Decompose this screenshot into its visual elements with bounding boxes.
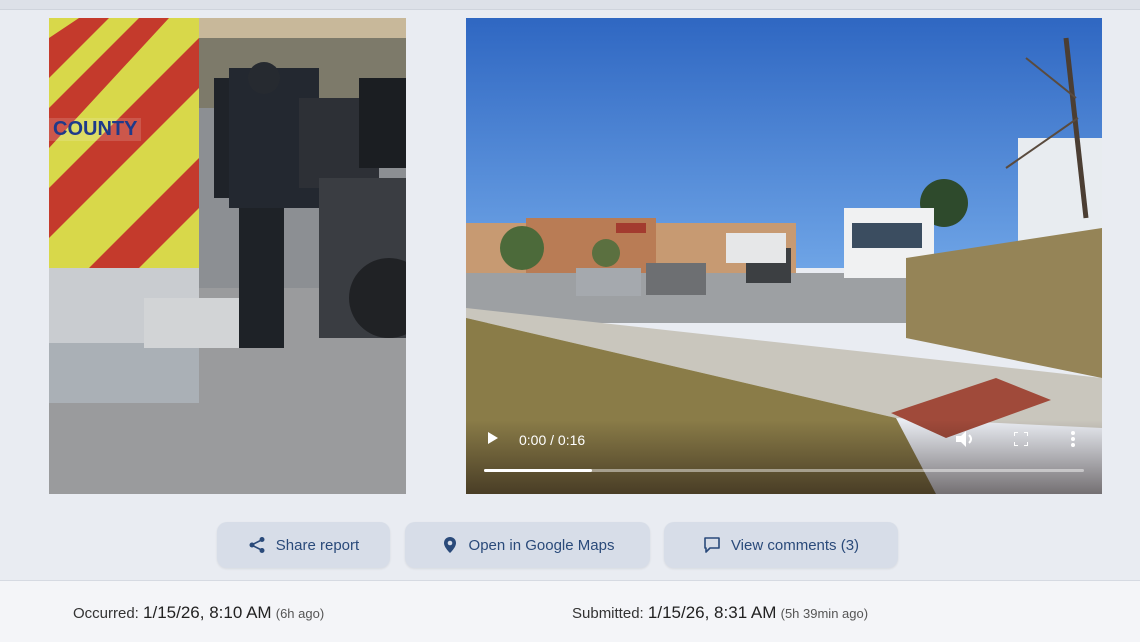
occurred-ago: (6h ago) [275,606,325,621]
report-footer: Occurred: 1/15/26, 8:10 AM (6h ago) Subm… [0,580,1140,642]
view-comments-label: View comments (3) [730,536,860,554]
fullscreen-icon[interactable] [1014,432,1028,446]
more-vertical-icon[interactable] [1070,430,1076,448]
submitted-ago: (5h 39min ago) [780,606,869,621]
ambulance-text: COUNTY [49,118,142,141]
photo-scene [49,18,406,494]
video-progress-bar[interactable] [484,469,1084,472]
video-timecode: 0:00 / 0:16 [519,432,586,448]
video-progress-fill [484,469,592,472]
share-icon [249,537,265,553]
open-in-google-maps-label: Open in Google Maps [468,536,615,554]
play-icon[interactable] [488,432,498,444]
volume-icon[interactable] [956,430,976,448]
comment-icon [704,537,720,553]
open-in-google-maps-button[interactable]: Open in Google Maps [405,522,650,568]
submitted-label: Submitted: [572,605,644,622]
top-bar [0,0,1140,10]
occurred-value: 1/15/26, 8:10 AM [143,603,272,622]
occurred-meta: Occurred: 1/15/26, 8:10 AM (6h ago) [73,603,324,623]
occurred-label: Occurred: [73,605,139,622]
submitted-value: 1/15/26, 8:31 AM [647,603,777,622]
report-actions: Share report Open in Google Maps View co… [0,522,1140,570]
view-comments-button[interactable]: View comments (3) [664,522,898,568]
share-report-label: Share report [275,536,360,554]
map-pin-icon [443,537,456,553]
submitted-meta: Submitted: 1/15/26, 8:31 AM (5h 39min ag… [572,603,868,623]
report-photo[interactable]: COUNTY [49,18,406,494]
report-video[interactable]: 0:00 / 0:16 [466,18,1102,494]
share-report-button[interactable]: Share report [217,522,390,568]
